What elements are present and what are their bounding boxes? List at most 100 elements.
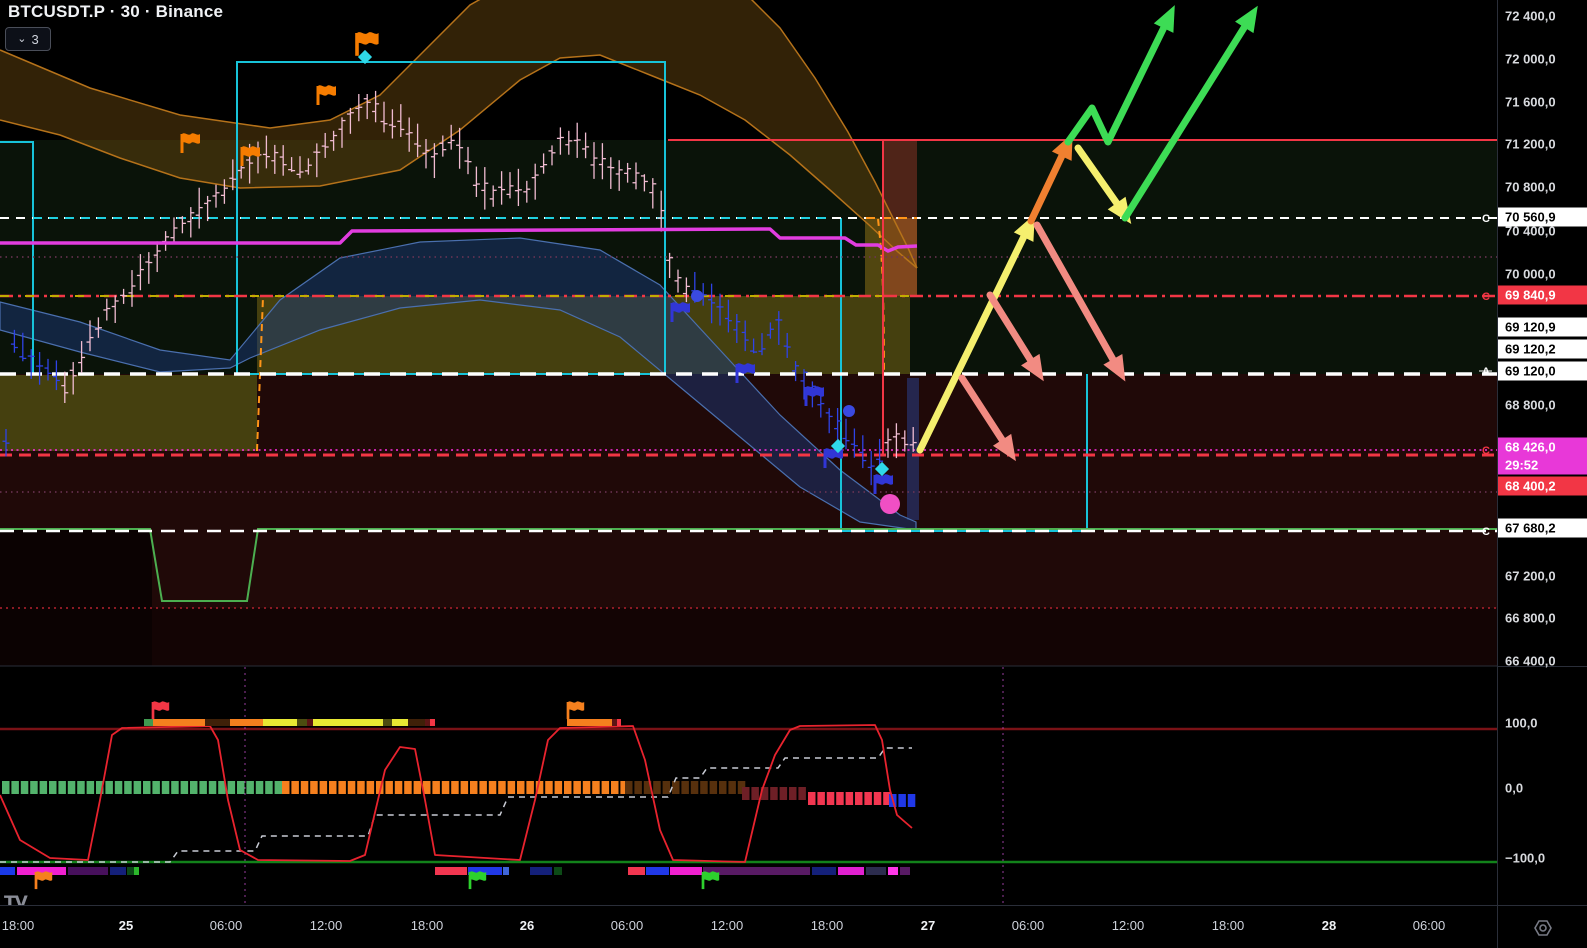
time-label-day[interactable]: 28 [1322,918,1336,933]
main-chart-pane[interactable]: TVCCCCA BTCUSDT.P · 30 · Binance ⌄ 3 [0,0,1497,905]
time-axis[interactable]: 18:00 25 06:00 12:00 18:00 26 06:00 12:00 18:00 2… [0,905,1497,948]
arrow-shaft [1068,15,1170,142]
osc-square [11,781,19,794]
flag-banner [242,146,260,156]
time-label[interactable]: 18:00 [411,918,444,933]
chevron-down-icon: ⌄ [17,32,26,45]
oscillator-tick[interactable]: 100,0 [1505,716,1538,731]
osc-square [134,781,142,794]
signal-strip-top [205,719,230,726]
time-label-day[interactable]: 27 [921,918,935,933]
time-label[interactable]: 18:00 [811,918,844,933]
osc-square [573,781,581,794]
osc-square [21,781,29,794]
price-badge[interactable]: 69 120,0 [1498,362,1587,381]
signal-strip-bottom [900,867,910,875]
osc-square [338,781,346,794]
price-tick[interactable]: 71 200,0 [1505,137,1556,152]
osc-square [836,792,844,805]
oscillator-square-row [742,787,806,800]
price-tick[interactable]: 67 200,0 [1505,569,1556,584]
osc-square [479,781,487,794]
price-tick[interactable]: 68 800,0 [1505,398,1556,413]
signal-strip-top [567,719,612,726]
osc-square [414,781,422,794]
signal-strip-top [408,719,425,726]
price-badge[interactable]: 68 400,2 [1498,477,1587,496]
osc-square [908,794,916,807]
price-tick[interactable]: 71 600,0 [1505,95,1556,110]
pane-settings-gear-icon[interactable] [1532,917,1554,939]
osc-square [275,781,283,794]
time-label[interactable]: 12:00 [1112,918,1145,933]
osc-square [751,787,759,800]
indicator-count: 3 [31,32,38,47]
price-badge[interactable]: 68 426,0 [1498,438,1587,457]
signal-strip-bottom [670,867,702,875]
oscillator-flag-marker[interactable] [470,871,486,889]
osc-square [827,792,835,805]
symbol-title[interactable]: BTCUSDT.P · 30 · Binance [8,2,223,22]
time-label-day[interactable]: 25 [119,918,133,933]
osc-square [228,781,236,794]
line-marker-c: C [1482,445,1490,457]
signal-strip-top [383,719,392,726]
signal-strip-bottom [0,867,15,875]
line-marker-c: C [1482,213,1490,225]
osc-square [367,781,375,794]
osc-square [87,781,95,794]
osc-square [770,787,778,800]
osc-square [611,781,619,794]
time-label[interactable]: 18:00 [1212,918,1245,933]
time-label[interactable]: 06:00 [1012,918,1045,933]
price-tick[interactable]: 66 400,0 [1505,654,1556,669]
flag-banner [470,871,486,880]
osc-square [846,792,854,805]
green-zigzag-arrow[interactable] [1068,5,1175,142]
osc-square [171,781,179,794]
time-label[interactable]: 12:00 [310,918,343,933]
price-tick[interactable]: 72 400,0 [1505,9,1556,24]
price-tick[interactable]: 70 800,0 [1505,180,1556,195]
price-tick[interactable]: 70 000,0 [1505,267,1556,282]
osc-square [625,781,633,794]
price-tick[interactable]: 72 000,0 [1505,52,1556,67]
price-axis[interactable]: 72 400,0 72 000,0 71 600,0 71 200,0 70 800,0… [1497,0,1587,905]
osc-square [357,781,365,794]
chart-canvas[interactable]: TVCCCCA [0,0,1497,905]
price-badge[interactable]: 69 120,9 [1498,318,1587,337]
price-badge[interactable]: 29:52 [1498,456,1587,475]
indicators-collapse-button[interactable]: ⌄ 3 [5,27,51,51]
time-label-day[interactable]: 26 [520,918,534,933]
oscillator-flag-marker[interactable] [568,701,584,719]
price-badge[interactable]: 69 120,2 [1498,340,1587,359]
oscillator-flag-marker[interactable] [36,871,52,889]
oscillator-flag-marker[interactable] [703,871,719,889]
price-badge[interactable]: 70 560,9 [1498,208,1587,227]
oscillator-flag-marker[interactable] [153,701,169,719]
price-badge[interactable]: 67 680,2 [1498,519,1587,538]
osc-square [30,781,38,794]
signal-strip-bottom [866,867,886,875]
flag-banner [568,701,584,710]
signal-strip-bottom [530,867,552,875]
time-label[interactable]: 06:00 [1413,918,1446,933]
osc-square [58,781,66,794]
osc-square [864,792,872,805]
lower-fade-zone [0,608,1497,666]
osc-square [143,781,151,794]
signal-strip-top [263,719,297,726]
oscillator-tick[interactable]: 0,0 [1505,781,1523,796]
time-label[interactable]: 06:00 [611,918,644,933]
time-label[interactable]: 06:00 [210,918,243,933]
osc-square [489,781,497,794]
price-tick[interactable]: 66 800,0 [1505,611,1556,626]
flag-banner [357,32,379,45]
orange-flag-marker[interactable] [357,32,379,56]
time-label[interactable]: 12:00 [711,918,744,933]
oscillator-tick[interactable]: −100,0 [1505,851,1545,866]
time-label[interactable]: 18:00 [2,918,35,933]
price-badge[interactable]: 69 840,9 [1498,286,1587,305]
orange-flag-marker[interactable] [318,85,336,105]
osc-square [855,792,863,805]
